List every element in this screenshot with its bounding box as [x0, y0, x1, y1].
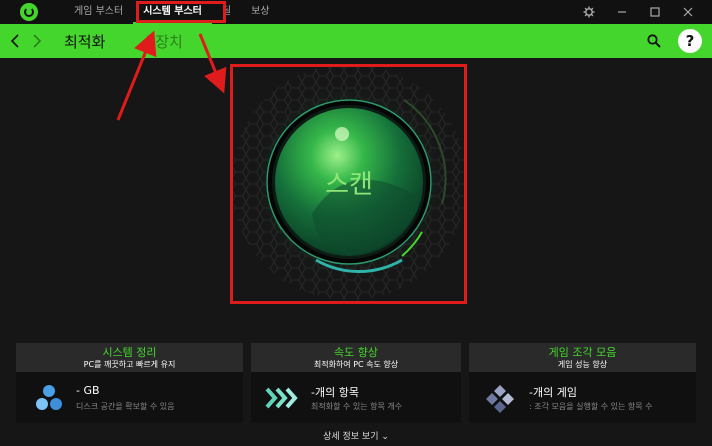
- annotation-arrows: [116, 30, 227, 121]
